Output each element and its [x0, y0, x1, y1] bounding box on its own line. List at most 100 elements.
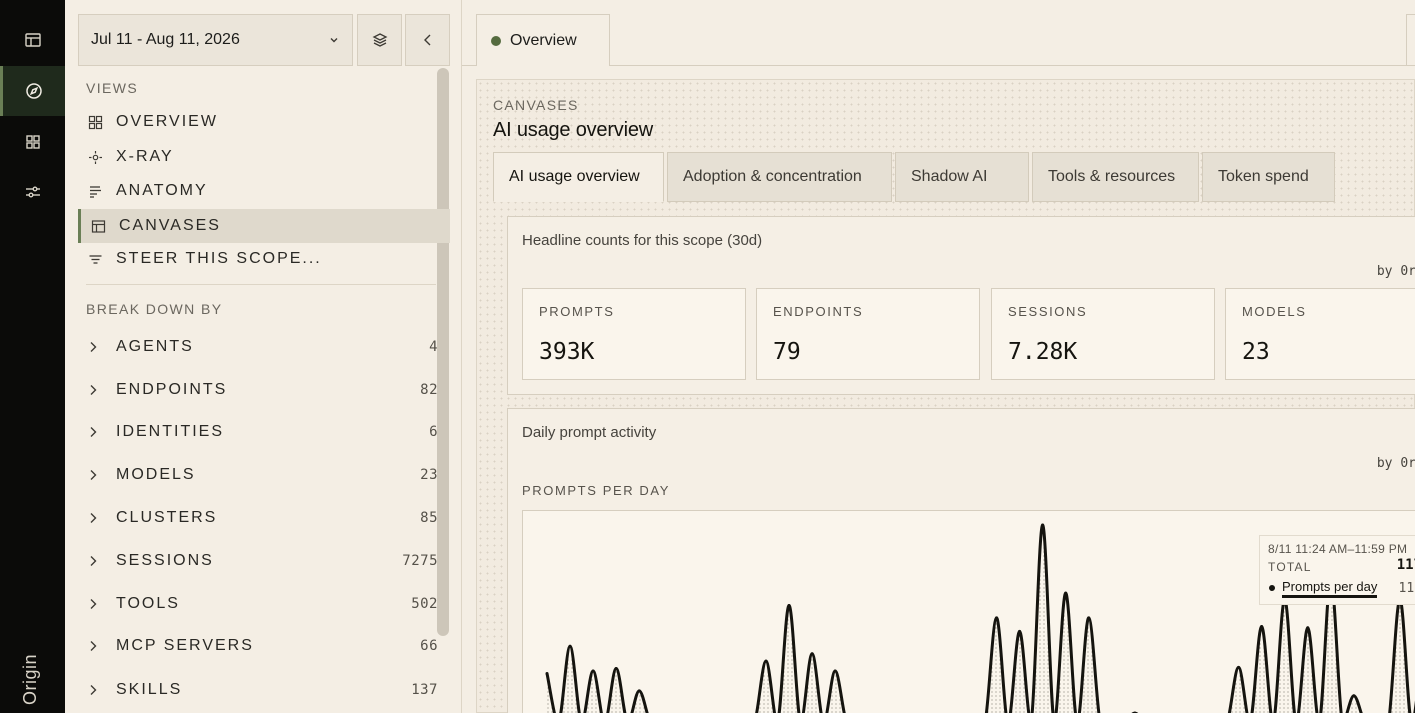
card-by-label: by 0r [1376, 456, 1415, 471]
breakdown-item-identities[interactable]: IDENTITIES 6 [86, 417, 438, 447]
breakdown-count: 502 [411, 596, 438, 612]
compass-icon [26, 83, 42, 99]
data-point[interactable] [833, 669, 837, 673]
breakdown-heading: BREAK DOWN BY [86, 301, 223, 317]
breakdown-label: CLUSTERS [116, 509, 218, 526]
view-item-steer-scope[interactable]: STEER THIS SCOPE... [78, 242, 450, 276]
breakdown-item-skills[interactable]: SKILLS 137 [86, 675, 438, 705]
grid-icon [88, 115, 103, 129]
chevron-left-icon [423, 34, 430, 46]
layers-button[interactable] [357, 14, 402, 66]
stat-sessions: SESSIONS 7.28K [991, 288, 1215, 380]
breakdown-label: ENDPOINTS [116, 381, 228, 398]
sliders-icon [25, 186, 40, 198]
sidebar-divider [86, 284, 436, 285]
breakdown-item-sessions[interactable]: SESSIONS 7275 [86, 546, 438, 576]
document-tab-bar: Overview [462, 0, 1415, 66]
stat-label: MODELS [1242, 304, 1307, 319]
breakdown-item-mcp-servers[interactable]: MCP SERVERS 66 [86, 631, 438, 661]
breakdown-label: TOOLS [116, 595, 180, 612]
data-point[interactable] [591, 669, 595, 673]
tooltip-series-label: Prompts per day [1282, 579, 1378, 598]
tooltip-total-value: 117 [1396, 557, 1415, 573]
data-point[interactable] [810, 652, 814, 656]
breakdown-count: 66 [420, 638, 438, 654]
tab-ai-usage-overview[interactable]: AI usage overview [493, 152, 664, 202]
tab-tools-resources[interactable]: Tools & resources [1032, 152, 1199, 202]
breakdown-item-endpoints[interactable]: ENDPOINTS 82 [86, 375, 438, 405]
date-range-picker[interactable]: Jul 11 - Aug 11, 2026 [78, 14, 353, 66]
tab-shadow-ai[interactable]: Shadow AI [895, 152, 1029, 202]
breakdown-count: 85 [420, 510, 438, 526]
tab-overview[interactable]: Overview [476, 14, 610, 66]
series-dot [1269, 585, 1275, 591]
view-item-x-ray[interactable]: X-RAY [78, 140, 450, 174]
stat-label: ENDPOINTS [773, 304, 864, 319]
stat-models: MODELS 23 [1225, 288, 1415, 380]
chevron-right-icon [90, 513, 97, 523]
layout-icon [91, 219, 106, 233]
canvas-area: CANVASES AI usage overview AI usage over… [476, 79, 1415, 713]
data-point[interactable] [995, 616, 999, 620]
chevron-right-icon [90, 385, 97, 395]
chevron-right-icon [90, 470, 97, 480]
data-point[interactable] [1260, 624, 1264, 628]
tab-token-spend[interactable]: Token spend [1202, 152, 1335, 202]
data-point[interactable] [545, 672, 549, 675]
view-item-label: X-RAY [116, 148, 174, 165]
breakdown-count: 6 [429, 424, 438, 440]
rail-settings-button[interactable] [0, 167, 65, 217]
data-point[interactable] [1352, 694, 1356, 698]
sidebar: Jul 11 - Aug 11, 2026 VIEWS OVERVIEW X-R… [65, 0, 462, 713]
views-heading: VIEWS [86, 80, 139, 96]
breakdown-item-tools[interactable]: TOOLS 502 [86, 589, 438, 619]
stat-label: PROMPTS [539, 304, 615, 319]
breakdown-item-agents[interactable]: AGENTS 4 [86, 332, 438, 362]
data-point[interactable] [568, 644, 572, 648]
tab-adoption-concentration[interactable]: Adoption & concentration [667, 152, 892, 202]
data-point[interactable] [764, 659, 768, 663]
tooltip-total-label: TOTAL [1268, 560, 1312, 574]
layers-icon [372, 33, 387, 47]
breakdown-item-clusters[interactable]: CLUSTERS 85 [86, 503, 438, 533]
view-item-label: CANVASES [119, 217, 221, 234]
stat-value: 23 [1242, 339, 1270, 365]
stat-value: 79 [773, 339, 801, 365]
grid-icon [25, 135, 40, 149]
data-point[interactable] [787, 603, 791, 607]
data-point[interactable] [637, 689, 641, 693]
card-by-label: by 0r [1376, 264, 1415, 279]
data-point[interactable] [1041, 523, 1045, 527]
bars-icon [90, 185, 101, 198]
data-point[interactable] [1064, 591, 1068, 595]
data-point[interactable] [1306, 626, 1310, 630]
chevron-right-icon [90, 641, 97, 651]
tab-edge[interactable] [1406, 14, 1415, 66]
view-item-anatomy[interactable]: ANATOMY [78, 174, 450, 208]
view-item-canvases[interactable]: CANVASES [78, 209, 450, 243]
chevron-right-icon [90, 685, 97, 695]
plot-label: PROMPTS PER DAY [522, 483, 671, 498]
view-item-label: ANATOMY [116, 182, 208, 199]
data-point[interactable] [1087, 616, 1091, 620]
breakdown-label: IDENTITIES [116, 423, 225, 440]
breakdown-label: MCP SERVERS [116, 637, 254, 654]
main-panel: Overview CANVASES AI usage overview AI u… [462, 0, 1415, 713]
rail-explore-button[interactable] [0, 66, 65, 116]
prompts-chart[interactable]: 8/11 11:24 AM–11:59 PM TOTAL 117 Prompts… [522, 510, 1415, 713]
data-point[interactable] [1018, 629, 1022, 633]
rail-dashboard-button[interactable] [0, 117, 65, 167]
data-point[interactable] [1237, 665, 1241, 669]
data-point[interactable] [614, 667, 618, 671]
chevron-down-icon [330, 38, 338, 43]
breakdown-label: SESSIONS [116, 552, 214, 569]
breakdown-count: 23 [420, 467, 438, 483]
view-item-overview[interactable]: OVERVIEW [78, 105, 450, 139]
canvas-title: AI usage overview [493, 119, 654, 141]
status-dot [491, 35, 501, 46]
chevron-right-icon [90, 599, 97, 609]
daily-activity-card: Daily prompt activity by 0r PROMPTS PER … [507, 408, 1415, 713]
rail-calendar-button[interactable] [0, 15, 65, 65]
collapse-sidebar-button[interactable] [405, 14, 450, 66]
breakdown-item-models[interactable]: MODELS 23 [86, 460, 438, 490]
